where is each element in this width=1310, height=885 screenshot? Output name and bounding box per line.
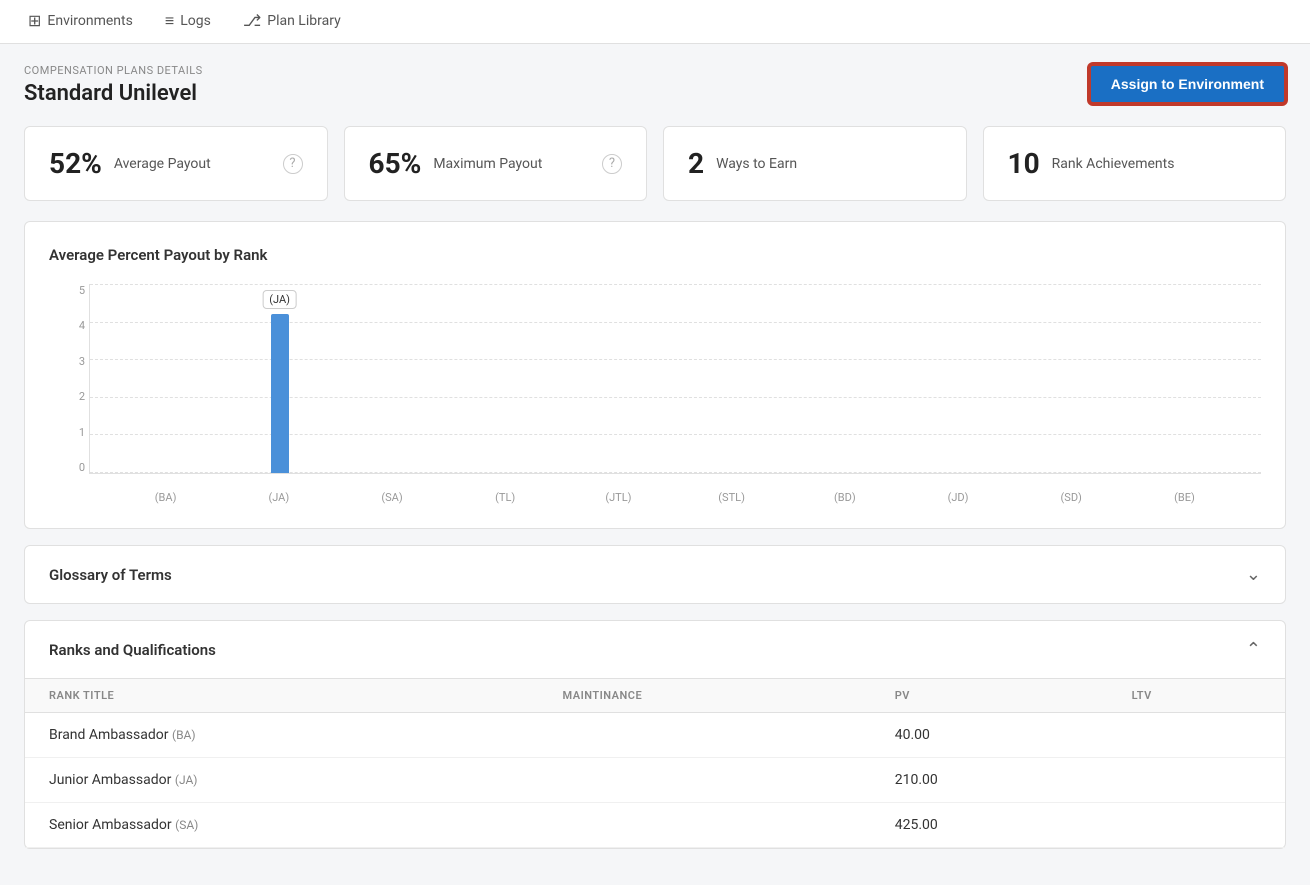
plan-library-icon: ⎇ [243,11,261,30]
chart-y-label-5: 5 [79,284,85,297]
rank-ltv-cell [1108,803,1285,848]
chart-bar-ja: (JA) [271,314,289,473]
table-row: Junior Ambassador (JA) 210.00 [25,758,1285,803]
chart-bars: (JA) [90,284,1261,473]
rank-title-cell: Junior Ambassador (JA) [25,758,539,803]
stat-value-ways-to-earn: 2 [688,147,704,180]
nav-environments-label: Environments [47,13,132,29]
chart-x-label: (BD) [788,491,901,504]
col-maintenance: MAINTINANCE [539,679,871,713]
stat-value-rank-achievements: 10 [1008,147,1040,180]
help-icon-avg-payout[interactable]: ? [283,154,303,174]
nav-plan-library-label: Plan Library [267,13,340,29]
chart-x-label: (SD) [1015,491,1128,504]
chart-x-label: (BA) [109,491,222,504]
col-rank-title: RANK TITLE [25,679,539,713]
rank-maintenance-cell [539,713,871,758]
chart-card: Average Percent Payout by Rank 5 4 3 2 1… [24,221,1286,529]
logs-icon: ≡ [165,11,174,31]
top-nav: ⊞ Environments ≡ Logs ⎇ Plan Library [0,0,1310,44]
stat-label-ways-to-earn: Ways to Earn [716,156,797,172]
chart-y-label-2: 2 [79,390,85,403]
ranks-table-header-row: RANK TITLE MAINTINANCE PV LTV [25,679,1285,713]
rank-abbr: (JA) [175,773,198,787]
rank-maintenance-cell [539,803,871,848]
help-icon-max-payout[interactable]: ? [602,154,622,174]
chart-bar-tooltip: (JA) [262,290,297,309]
breadcrumb: COMPENSATION PLANS DETAILS [24,64,203,77]
page-header: COMPENSATION PLANS DETAILS Standard Unil… [24,64,1286,106]
stat-card-ways-to-earn: 2 Ways to Earn [663,126,967,201]
chart-y-label-0: 0 [79,461,85,474]
chart-x-label: (JTL) [562,491,675,504]
chart-y-labels: 5 4 3 2 1 0 [49,284,85,474]
chart-bar-group [110,284,223,473]
nav-environments[interactable]: ⊞ Environments [24,0,137,44]
chart-bar-group [1128,284,1241,473]
stat-card-rank-achievements: 10 Rank Achievements [983,126,1287,201]
nav-logs[interactable]: ≡ Logs [161,0,215,44]
rank-ltv-cell [1108,758,1285,803]
stat-card-avg-payout: 52% Average Payout ? [24,126,328,201]
chart-title: Average Percent Payout by Rank [49,246,1261,264]
chart-x-label: (JD) [901,491,1014,504]
nav-plan-library[interactable]: ⎇ Plan Library [239,0,345,44]
chart-y-label-4: 4 [79,319,85,332]
main-content: COMPENSATION PLANS DETAILS Standard Unil… [0,44,1310,885]
nav-logs-label: Logs [180,13,211,29]
chart-x-label: (SA) [335,491,448,504]
rank-title-cell: Brand Ambassador (BA) [25,713,539,758]
glossary-header[interactable]: Glossary of Terms ⌄ [25,546,1285,603]
chart-x-label: (STL) [675,491,788,504]
page-header-left: COMPENSATION PLANS DETAILS Standard Unil… [24,64,203,106]
table-row: Brand Ambassador (BA) 40.00 [25,713,1285,758]
chart-x-label: (TL) [449,491,562,504]
chart-bar-group [675,284,788,473]
rank-abbr: (SA) [175,818,198,832]
environments-icon: ⊞ [28,11,41,30]
col-ltv: LTV [1108,679,1285,713]
chart-bar-group [336,284,449,473]
chart-y-label-3: 3 [79,355,85,368]
chart-bar-group [449,284,562,473]
rank-pv-cell: 40.00 [871,713,1108,758]
rank-title-cell: Senior Ambassador (SA) [25,803,539,848]
chevron-up-icon: ⌃ [1246,639,1261,660]
page-title: Standard Unilevel [24,81,203,106]
stat-label-max-payout: Maximum Payout [433,156,542,172]
chart-bar-group [1015,284,1128,473]
chart-bar-group [789,284,902,473]
chart-x-label: (JA) [222,491,335,504]
glossary-title: Glossary of Terms [49,566,172,584]
rank-pv-cell: 425.00 [871,803,1108,848]
stat-value-avg-payout: 52% [49,147,102,180]
stat-label-avg-payout: Average Payout [114,156,211,172]
ranks-title: Ranks and Qualifications [49,641,216,659]
chart-x-label: (BE) [1128,491,1241,504]
rank-maintenance-cell [539,758,871,803]
rank-pv-cell: 210.00 [871,758,1108,803]
chevron-down-icon: ⌄ [1246,564,1261,585]
stats-row: 52% Average Payout ? 65% Maximum Payout … [24,126,1286,201]
chart-x-labels: (BA)(JA)(SA)(TL)(JTL)(STL)(BD)(JD)(SD)(B… [89,491,1261,504]
assign-to-environment-button[interactable]: Assign to Environment [1089,64,1286,104]
chart-inner: (JA) [89,284,1261,474]
rank-abbr: (BA) [172,728,196,742]
chart-y-label-1: 1 [79,426,85,439]
table-row: Senior Ambassador (SA) 425.00 [25,803,1285,848]
ranks-table: RANK TITLE MAINTINANCE PV LTV Brand Amba… [25,679,1285,848]
ranks-card: Ranks and Qualifications ⌃ RANK TITLE MA… [24,620,1286,849]
chart-bar-group: (JA) [223,284,336,473]
col-pv: PV [871,679,1108,713]
glossary-card: Glossary of Terms ⌄ [24,545,1286,604]
chart-area: 5 4 3 2 1 0 (JA) [49,284,1261,504]
rank-ltv-cell [1108,713,1285,758]
stat-label-rank-achievements: Rank Achievements [1052,156,1175,172]
chart-bar-group [902,284,1015,473]
stat-card-max-payout: 65% Maximum Payout ? [344,126,648,201]
ranks-header[interactable]: Ranks and Qualifications ⌃ [25,621,1285,679]
chart-bar-group [562,284,675,473]
stat-value-max-payout: 65% [369,147,422,180]
